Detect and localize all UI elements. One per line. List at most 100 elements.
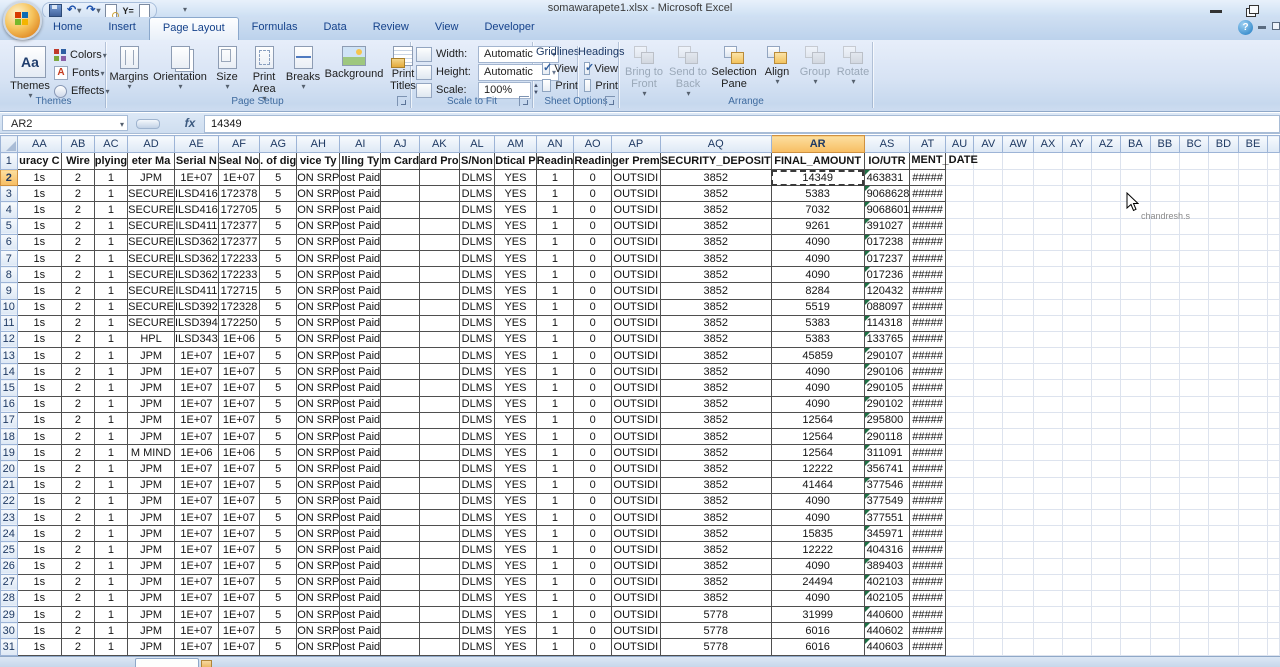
cell-BB29[interactable]: [1150, 607, 1179, 623]
cell-AV7[interactable]: [974, 250, 1003, 266]
cell-AF26[interactable]: 1E+07: [218, 558, 259, 574]
cell-AY19[interactable]: [1063, 445, 1092, 461]
cell-AO28[interactable]: 0: [574, 590, 612, 606]
cell-AV20[interactable]: [974, 461, 1003, 477]
cell-AN20[interactable]: 1: [536, 461, 574, 477]
cell-partial23[interactable]: [1268, 509, 1280, 525]
cell-AH29[interactable]: ON SRP: [297, 607, 340, 623]
cell-AG10[interactable]: 5: [260, 299, 297, 315]
cell-AF11[interactable]: 172250: [218, 315, 259, 331]
cell-AE27[interactable]: 1E+07: [174, 574, 218, 590]
cell-AA16[interactable]: 1s: [17, 396, 62, 412]
header-cell-AD1[interactable]: eter Ma: [128, 153, 175, 170]
cell-AP25[interactable]: OUTSIDI: [612, 542, 661, 558]
cell-AE6[interactable]: ILSD362: [174, 234, 218, 250]
cell-AH27[interactable]: ON SRP: [297, 574, 340, 590]
cell-AI7[interactable]: ost Paid: [340, 250, 381, 266]
cell-BA7[interactable]: [1120, 250, 1150, 266]
cell-AQ4[interactable]: 3852: [660, 202, 771, 218]
cell-AI17[interactable]: ost Paid: [340, 412, 381, 428]
cell-AO8[interactable]: 0: [574, 267, 612, 283]
cell-AP11[interactable]: OUTSIDI: [612, 315, 661, 331]
cell-AC7[interactable]: 1: [94, 250, 127, 266]
cell-AR28[interactable]: 4090: [771, 590, 864, 606]
cell-AH18[interactable]: ON SRP: [297, 429, 340, 445]
cell-AM23[interactable]: YES: [495, 509, 536, 525]
cell-AE4[interactable]: ILSD416: [174, 202, 218, 218]
cell-AN13[interactable]: 1: [536, 348, 574, 364]
cell-AC9[interactable]: 1: [94, 283, 127, 299]
cell-AU19[interactable]: [945, 445, 974, 461]
cell-BB22[interactable]: [1150, 493, 1179, 509]
cell-AY14[interactable]: [1063, 364, 1092, 380]
cell-AN18[interactable]: 1: [536, 429, 574, 445]
cell-AX17[interactable]: [1033, 412, 1062, 428]
cell-BE8[interactable]: [1238, 267, 1268, 283]
cell-AG25[interactable]: 5: [260, 542, 297, 558]
cell-AZ1[interactable]: [1091, 153, 1120, 170]
cell-AF7[interactable]: 172233: [218, 250, 259, 266]
cell-AP9[interactable]: OUTSIDI: [612, 283, 661, 299]
cell-BE12[interactable]: [1238, 331, 1268, 347]
cell-BD5[interactable]: [1209, 218, 1238, 234]
cell-AJ17[interactable]: [381, 412, 420, 428]
row-header-8[interactable]: 8: [1, 267, 18, 283]
headings-print-checkbox[interactable]: Print: [578, 77, 618, 94]
cell-AT30[interactable]: #####: [910, 623, 945, 639]
cell-AU23[interactable]: [945, 509, 974, 525]
column-header-AQ[interactable]: AQ: [660, 136, 771, 153]
cell-AC29[interactable]: 1: [94, 607, 127, 623]
undo-button[interactable]: ↶: [67, 4, 81, 17]
help-button[interactable]: ?: [1238, 20, 1253, 35]
cell-AZ12[interactable]: [1091, 331, 1120, 347]
cell-AY1[interactable]: [1063, 153, 1092, 170]
header-cell-AR1[interactable]: FINAL_AMOUNT: [771, 153, 864, 170]
cell-AT27[interactable]: #####: [910, 574, 945, 590]
header-cell-AO1[interactable]: Readin: [574, 153, 612, 170]
cell-BB26[interactable]: [1150, 558, 1179, 574]
cell-BD6[interactable]: [1209, 234, 1238, 250]
cell-AG6[interactable]: 5: [260, 234, 297, 250]
cell-AG11[interactable]: 5: [260, 315, 297, 331]
cell-AN22[interactable]: 1: [536, 493, 574, 509]
cell-AY12[interactable]: [1063, 331, 1092, 347]
cell-AB11[interactable]: 2: [62, 315, 95, 331]
cell-AP27[interactable]: OUTSIDI: [612, 574, 661, 590]
cell-AA31[interactable]: 1s: [17, 639, 62, 655]
cell-AH15[interactable]: ON SRP: [297, 380, 340, 396]
cell-BC6[interactable]: [1179, 234, 1208, 250]
cell-AK8[interactable]: [420, 267, 460, 283]
cell-BA21[interactable]: [1120, 477, 1150, 493]
cell-AK31[interactable]: [420, 639, 460, 655]
cell-AS26[interactable]: 389403: [864, 558, 910, 574]
column-header-BC[interactable]: BC: [1179, 136, 1208, 153]
cell-AC6[interactable]: 1: [94, 234, 127, 250]
cell-AN26[interactable]: 1: [536, 558, 574, 574]
cell-AT10[interactable]: #####: [910, 299, 945, 315]
cell-AZ24[interactable]: [1091, 526, 1120, 542]
cell-AE24[interactable]: 1E+07: [174, 526, 218, 542]
cell-AD15[interactable]: JPM: [128, 380, 175, 396]
cell-AY11[interactable]: [1063, 315, 1092, 331]
cell-AB16[interactable]: 2: [62, 396, 95, 412]
cell-AV4[interactable]: [974, 202, 1003, 218]
cell-BE13[interactable]: [1238, 348, 1268, 364]
cell-AN21[interactable]: 1: [536, 477, 574, 493]
header-cell-AL1[interactable]: S/Non: [459, 153, 495, 170]
cell-AW24[interactable]: [1003, 526, 1034, 542]
cell-AL10[interactable]: DLMS: [459, 299, 495, 315]
cell-AY17[interactable]: [1063, 412, 1092, 428]
header-cell-AK1[interactable]: ard Pro: [420, 153, 460, 170]
cell-AD21[interactable]: JPM: [128, 477, 175, 493]
cell-AM29[interactable]: YES: [495, 607, 536, 623]
cell-AF14[interactable]: 1E+07: [218, 364, 259, 380]
column-header-AO[interactable]: AO: [574, 136, 612, 153]
row-header-23[interactable]: 23: [1, 509, 18, 525]
cell-AW30[interactable]: [1003, 623, 1034, 639]
cell-BD25[interactable]: [1209, 542, 1238, 558]
cell-AW13[interactable]: [1003, 348, 1034, 364]
cell-AA13[interactable]: 1s: [17, 348, 62, 364]
cell-BB31[interactable]: [1150, 639, 1179, 655]
cell-AZ11[interactable]: [1091, 315, 1120, 331]
cell-AR23[interactable]: 4090: [771, 509, 864, 525]
